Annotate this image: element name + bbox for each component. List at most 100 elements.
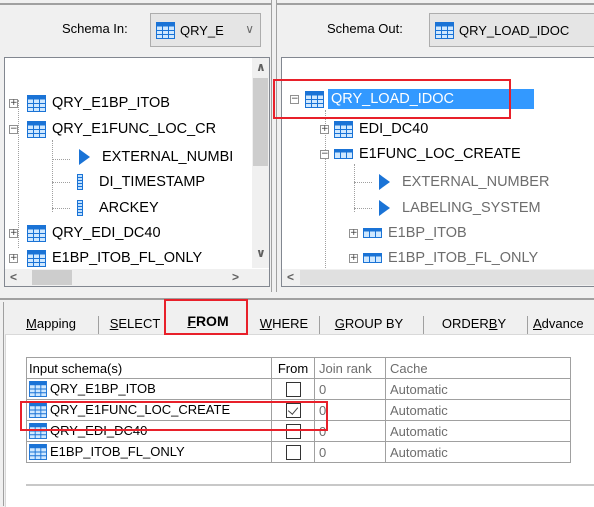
pane-border (0, 3, 271, 5)
scroll-down-icon[interactable]: ∨ (256, 246, 266, 260)
field-arrow-icon (379, 174, 390, 190)
tree-line (354, 164, 355, 212)
highlight-box (164, 299, 248, 335)
tree-item[interactable]: − QRY_E1FUNC_LOC_CR (9, 119, 216, 139)
table-scroll-edge (26, 484, 594, 486)
highlight-box (273, 79, 511, 119)
tree-item[interactable]: + E1BP_ITOB_FL_ONLY (9, 248, 202, 268)
tree-item[interactable]: ARCKEY (75, 198, 159, 218)
expand-icon[interactable]: + (9, 98, 18, 108)
schema-out-dropdown[interactable]: QRY_LOAD_IDOC (429, 13, 594, 47)
table-icon (27, 225, 46, 242)
horizontal-scrollbar[interactable]: < (282, 269, 594, 286)
horizontal-scrollbar[interactable]: < > (5, 269, 252, 286)
tree-item-label: DI_TIMESTAMP (99, 174, 206, 190)
collapse-icon[interactable]: − (9, 124, 18, 134)
expand-icon[interactable]: + (9, 228, 18, 238)
tree-line (354, 182, 372, 183)
join-rank-cell[interactable]: 0 (314, 441, 386, 463)
tab-select[interactable]: S ELECT (105, 310, 165, 336)
column-header-input-schema[interactable]: Input schema(s) (26, 357, 272, 379)
tree-item[interactable]: EXTERNAL_NUMBER (379, 172, 549, 192)
pane-border (277, 3, 594, 5)
tree-item[interactable]: − E1FUNC_LOC_CREATE (320, 144, 521, 164)
tab-advanced[interactable]: Advance (533, 310, 594, 336)
tab-group-by[interactable]: G ROUP BY (325, 310, 413, 336)
cache-cell[interactable]: Automatic (385, 378, 571, 400)
tree-item-label: EXTERNAL_NUMBER (402, 174, 550, 190)
table-icon (156, 22, 175, 39)
expand-icon[interactable]: + (320, 124, 329, 134)
tree-item-label: ARCKEY (99, 200, 159, 216)
table-icon (27, 121, 46, 138)
cache-cell[interactable]: Automatic (385, 420, 571, 442)
table-icon (27, 250, 46, 267)
table-row[interactable]: E1BP_ITOB_FL_ONLY 0 Automatic (26, 441, 571, 463)
tree-line (354, 208, 372, 209)
tree-line (52, 140, 53, 212)
join-rank-cell[interactable]: 0 (314, 378, 386, 400)
expand-icon[interactable]: + (349, 228, 358, 238)
tree-item[interactable]: DI_TIMESTAMP (75, 172, 205, 192)
from-checkbox[interactable] (285, 445, 301, 461)
tree-item[interactable]: EXTERNAL_NUMBI (79, 147, 233, 167)
from-checkbox[interactable] (285, 382, 301, 398)
table-icon (334, 121, 353, 138)
splitter[interactable] (0, 298, 594, 300)
scrollbar-thumb[interactable] (32, 270, 72, 285)
subtable-icon (363, 225, 382, 242)
tree-item-label: QRY_E1FUNC_LOC_CR (52, 121, 217, 137)
tree-item-label: E1BP_ITOB_FL_ONLY (52, 250, 203, 266)
tree-item[interactable]: + EDI_DC40 (320, 119, 428, 139)
schema-in-tree[interactable]: + QRY_E1BP_ITOB − QRY_E1FUNC_LOC_CR EXTE… (4, 57, 270, 287)
expand-icon[interactable]: + (349, 253, 358, 263)
column-header-cache[interactable]: Cache (385, 357, 571, 379)
field-arrow-icon (379, 200, 390, 216)
tree-item-label: E1BP_ITOB_FL_ONLY (388, 250, 539, 266)
table-icon (435, 22, 454, 39)
scrollbar-track[interactable] (300, 270, 594, 285)
schema-in-label: Schema In: (62, 21, 128, 36)
tree-item-label: EDI_DC40 (359, 121, 429, 137)
table-row[interactable]: QRY_E1BP_ITOB 0 Automatic (26, 378, 571, 400)
chevron-down-icon: ∨ (245, 22, 254, 36)
scroll-left-icon[interactable]: < (10, 270, 17, 284)
schema-name: QRY_E1BP_ITOB (50, 380, 156, 396)
table-icon (27, 95, 46, 112)
expand-icon[interactable]: + (9, 253, 18, 263)
column-header-from[interactable]: From (271, 357, 315, 379)
tab-mapping[interactable]: Mapping (13, 310, 89, 336)
tree-line (52, 208, 70, 209)
scrollbar-thumb[interactable] (253, 78, 268, 166)
tree-item-label: QRY_E1BP_ITOB (52, 95, 170, 111)
tree-line (52, 182, 70, 183)
tree-item[interactable]: + E1BP_ITOB_FL_ONLY (349, 248, 538, 268)
column-icon (77, 174, 83, 190)
subtable-icon (334, 146, 353, 163)
tree-item-label: LABELING_SYSTEM (402, 200, 541, 216)
schema-in-pane: Schema In: QRY_E ∨ + QRY_E1BP_ITOB − QRY… (0, 0, 272, 292)
cache-cell[interactable]: Automatic (385, 399, 571, 421)
scroll-up-icon[interactable]: ∧ (256, 60, 266, 74)
subtable-icon (363, 250, 382, 267)
tree-item-label: QRY_EDI_DC40 (52, 225, 161, 241)
scroll-corner (252, 269, 269, 286)
table-icon (29, 444, 47, 460)
tab-where[interactable]: W HERE (255, 310, 313, 336)
frame-border (3, 302, 4, 506)
scroll-right-icon[interactable]: > (232, 270, 239, 284)
cache-cell[interactable]: Automatic (385, 441, 571, 463)
tree-item[interactable]: + QRY_EDI_DC40 (9, 223, 161, 243)
tree-item[interactable]: + QRY_E1BP_ITOB (9, 93, 170, 113)
column-header-join-rank[interactable]: Join rank (314, 357, 386, 379)
schema-in-dropdown[interactable]: QRY_E ∨ (150, 13, 261, 47)
tab-order-by[interactable]: ORDER BY (429, 310, 519, 336)
vertical-scrollbar[interactable]: ∧ ∨ (252, 58, 269, 268)
tree-item[interactable]: LABELING_SYSTEM (379, 198, 541, 218)
schema-out-pane: Schema Out: QRY_LOAD_IDOC − QRY_LOAD_IDO… (276, 0, 594, 292)
collapse-icon[interactable]: − (320, 149, 329, 159)
field-arrow-icon (79, 149, 90, 165)
scroll-left-icon[interactable]: < (287, 270, 294, 284)
column-icon (77, 200, 83, 216)
tree-item[interactable]: + E1BP_ITOB (349, 223, 467, 243)
